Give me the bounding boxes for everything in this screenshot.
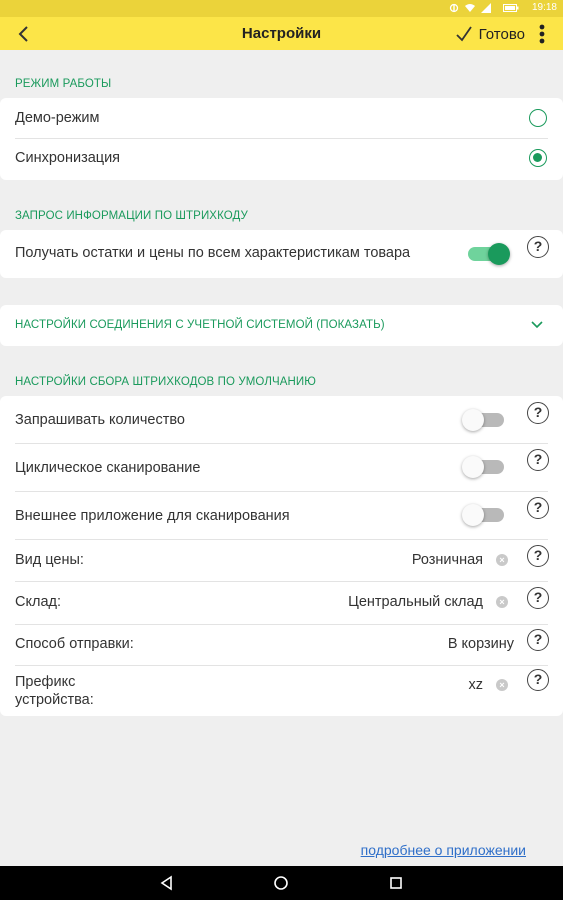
help-icon[interactable]: ? <box>527 449 549 471</box>
chevron-left-icon[interactable] <box>12 22 36 46</box>
cyclic-scan-label: Циклическое сканирование <box>15 460 201 476</box>
price-type-value: Розничная <box>411 552 483 568</box>
device-prefix-label: Префикс устройства: <box>15 673 94 709</box>
barcode-defaults-card: Запрашивать количество ? Циклическое ска… <box>0 396 563 716</box>
ask-quantity-toggle[interactable] <box>462 408 506 431</box>
system-nav-bar <box>0 866 563 900</box>
clear-icon[interactable]: × <box>496 679 508 691</box>
device-prefix-label-line2: устройства: <box>15 692 94 708</box>
done-label: Готово <box>478 25 525 43</box>
status-bar: 19:18 <box>0 0 563 17</box>
about-app-link[interactable]: подробнее о приложении <box>361 842 526 858</box>
price-type-label: Вид цены: <box>15 552 84 568</box>
work-mode-header: РЕЖИМ РАБОТЫ <box>15 78 112 90</box>
warehouse-row[interactable]: Склад: Центральный склад × ? <box>0 582 563 624</box>
sync-mode-row[interactable]: Синхронизация <box>0 139 563 179</box>
ask-quantity-row: Запрашивать количество ? <box>0 396 563 443</box>
nav-recents-icon[interactable] <box>387 874 405 892</box>
warehouse-label: Склад: <box>15 594 61 610</box>
barcode-info-card: Получать остатки и цены по всем характер… <box>0 230 563 278</box>
external-app-row: Внешнее приложение для сканирования ? <box>0 492 563 539</box>
cyclic-scan-toggle[interactable] <box>462 455 506 478</box>
barcode-defaults-header: НАСТРОЙКИ СБОРА ШТРИХКОДОВ ПО УМОЛЧАНИЮ <box>15 376 317 388</box>
app-bar: Настройки Готово <box>0 17 563 50</box>
help-icon[interactable]: ? <box>527 497 549 519</box>
demo-mode-row[interactable]: Демо-режим <box>0 98 563 138</box>
help-icon[interactable]: ? <box>527 402 549 424</box>
help-icon[interactable]: ? <box>527 669 549 691</box>
help-icon[interactable]: ? <box>527 587 549 609</box>
stock-prices-label: Получать остатки и цены по всем характер… <box>15 245 411 261</box>
wifi-icon <box>465 4 475 12</box>
nav-home-icon[interactable] <box>272 874 290 892</box>
sync-mode-label: Синхронизация <box>15 150 121 166</box>
work-mode-card: Демо-режим Синхронизация <box>0 98 563 180</box>
external-app-toggle[interactable] <box>462 503 506 526</box>
send-method-row[interactable]: Способ отправки: В корзину ? <box>0 625 563 665</box>
connection-settings-label: НАСТРОЙКИ СОЕДИНЕНИЯ С УЧЕТНОЙ СИСТЕМОЙ … <box>15 319 385 331</box>
check-icon <box>456 26 472 42</box>
warehouse-value: Центральный склад <box>348 594 483 610</box>
signal-icon <box>481 3 491 13</box>
status-time: 19:18 <box>531 2 557 13</box>
device-prefix-value: xz <box>468 677 484 693</box>
clear-icon[interactable]: × <box>496 596 508 608</box>
more-vert-icon[interactable] <box>535 22 549 46</box>
barcode-info-header: ЗАПРОС ИНФОРМАЦИИ ПО ШТРИХКОДУ <box>15 210 248 222</box>
nav-back-icon[interactable] <box>158 874 176 892</box>
sync-mode-radio[interactable] <box>529 149 547 167</box>
battery-icon <box>503 4 519 12</box>
external-app-label: Внешнее приложение для сканирования <box>15 508 290 524</box>
send-method-value: В корзину <box>447 636 514 652</box>
help-icon[interactable]: ? <box>527 629 549 651</box>
chevron-down-icon <box>531 321 543 329</box>
help-icon[interactable]: ? <box>527 545 549 567</box>
clear-icon[interactable]: × <box>496 554 508 566</box>
stock-prices-toggle[interactable] <box>466 242 510 265</box>
connection-settings-row[interactable]: НАСТРОЙКИ СОЕДИНЕНИЯ С УЧЕТНОЙ СИСТЕМОЙ … <box>0 305 563 346</box>
cyclic-scan-row: Циклическое сканирование ? <box>0 444 563 491</box>
ask-quantity-label: Запрашивать количество <box>15 412 185 428</box>
help-icon[interactable]: ? <box>527 236 549 258</box>
send-method-label: Способ отправки: <box>15 636 134 652</box>
demo-mode-label: Демо-режим <box>15 110 100 126</box>
sync-icon <box>449 3 459 13</box>
price-type-row[interactable]: Вид цены: Розничная × ? <box>0 540 563 581</box>
device-prefix-label-line1: Префикс <box>15 674 76 690</box>
demo-mode-radio[interactable] <box>529 109 547 127</box>
done-button[interactable]: Готово <box>455 22 525 46</box>
device-prefix-row[interactable]: Префикс устройства: xz × ? <box>0 666 563 714</box>
